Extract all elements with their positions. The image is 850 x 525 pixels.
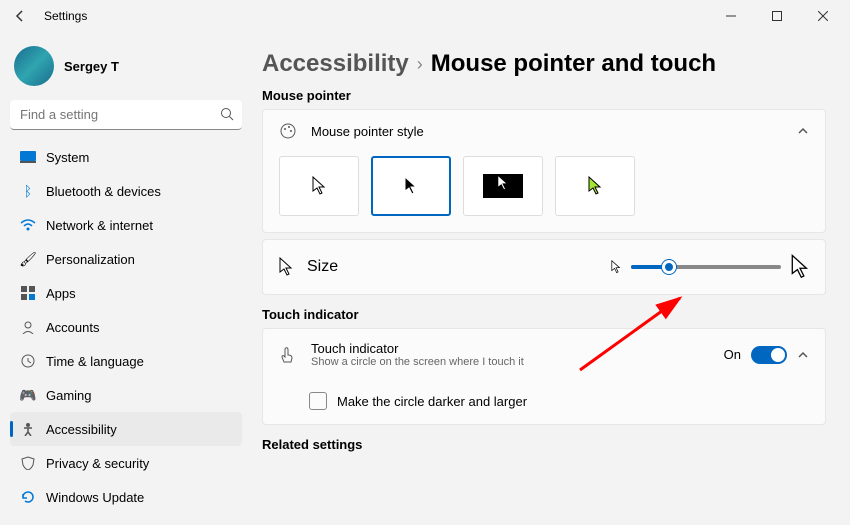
search	[10, 100, 242, 130]
nav-accessibility[interactable]: Accessibility	[10, 412, 242, 446]
breadcrumb-parent[interactable]: Accessibility	[262, 50, 409, 78]
nav-label: Personalization	[46, 252, 135, 267]
cursor-icon	[279, 257, 293, 277]
page-title: Mouse pointer and touch	[431, 50, 716, 78]
checkbox[interactable]	[309, 392, 327, 410]
cursor-black-icon	[404, 176, 418, 196]
pointer-style-header[interactable]: Mouse pointer style	[263, 110, 825, 152]
style-black[interactable]	[371, 156, 451, 216]
slider-thumb[interactable]	[662, 260, 676, 274]
palette-cursor-icon	[279, 122, 297, 140]
cursor-inverted-icon	[497, 174, 509, 192]
main-content: Accessibility › Mouse pointer and touch …	[250, 32, 850, 525]
pointer-style-label: Mouse pointer style	[311, 124, 424, 139]
nav-label: Apps	[46, 286, 76, 301]
section-related: Related settings	[262, 437, 826, 452]
nav-privacy[interactable]: Privacy & security	[10, 446, 242, 480]
search-icon	[220, 107, 234, 121]
cursor-custom-icon	[588, 176, 602, 196]
apps-icon	[20, 285, 36, 301]
wifi-icon	[20, 217, 36, 233]
breadcrumb: Accessibility › Mouse pointer and touch	[262, 50, 826, 78]
maximize-icon	[772, 11, 782, 21]
nav-label: Accessibility	[46, 422, 117, 437]
back-button[interactable]	[4, 0, 36, 32]
cursor-large-icon	[791, 254, 809, 280]
nav-label: Network & internet	[46, 218, 153, 233]
shield-icon	[20, 455, 36, 471]
nav-label: Windows Update	[46, 490, 144, 505]
close-icon	[818, 11, 828, 21]
clock-icon	[20, 353, 36, 369]
gaming-icon: 🎮	[20, 387, 36, 403]
nav-label: Accounts	[46, 320, 99, 335]
card-pointer-style: Mouse pointer style	[262, 109, 826, 233]
nav-gaming[interactable]: 🎮 Gaming	[10, 378, 242, 412]
nav-personalization[interactable]: 🖌 Personalization	[10, 242, 242, 276]
maximize-button[interactable]	[754, 0, 800, 32]
search-input[interactable]	[10, 100, 242, 130]
nav-label: Bluetooth & devices	[46, 184, 161, 199]
brush-icon: 🖌	[20, 251, 36, 267]
nav-apps[interactable]: Apps	[10, 276, 242, 310]
nav-accounts[interactable]: Accounts	[10, 310, 242, 344]
toggle-state: On	[724, 347, 741, 362]
titlebar: Settings	[0, 0, 850, 32]
accounts-icon	[20, 319, 36, 335]
window-title: Settings	[44, 9, 87, 23]
nav-time[interactable]: Time & language	[10, 344, 242, 378]
style-white[interactable]	[279, 156, 359, 216]
card-touch-indicator: Touch indicator Show a circle on the scr…	[262, 328, 826, 425]
nav-update[interactable]: Windows Update	[10, 480, 242, 514]
checkbox-label: Make the circle darker and larger	[337, 394, 527, 409]
touch-icon	[279, 346, 297, 364]
accessibility-icon	[20, 421, 36, 437]
touch-toggle[interactable]	[751, 346, 787, 364]
profile[interactable]: Sergey T	[10, 40, 242, 100]
close-button[interactable]	[800, 0, 846, 32]
avatar	[14, 46, 54, 86]
style-inverted[interactable]	[463, 156, 543, 216]
touch-title: Touch indicator	[311, 341, 524, 356]
sidebar: Sergey T System ᛒ Bluetooth & devices Net…	[0, 32, 250, 525]
section-touch-indicator: Touch indicator	[262, 307, 826, 322]
chevron-up-icon	[797, 349, 809, 361]
cursor-small-icon	[611, 260, 621, 274]
chevron-up-icon	[797, 125, 809, 137]
nav-label: Gaming	[46, 388, 92, 403]
nav-system[interactable]: System	[10, 140, 242, 174]
system-icon	[20, 149, 36, 165]
touch-indicator-row[interactable]: Touch indicator Show a circle on the scr…	[263, 329, 825, 380]
nav-label: Privacy & security	[46, 456, 149, 471]
cursor-white-icon	[312, 176, 326, 196]
size-slider[interactable]	[631, 265, 781, 269]
card-size: Size	[262, 239, 826, 295]
bluetooth-icon: ᛒ	[20, 183, 36, 199]
touch-checkbox-row[interactable]: Make the circle darker and larger	[263, 380, 825, 424]
update-icon	[20, 489, 36, 505]
section-mouse-pointer: Mouse pointer	[262, 88, 826, 103]
profile-name: Sergey T	[64, 59, 119, 74]
nav-bluetooth[interactable]: ᛒ Bluetooth & devices	[10, 174, 242, 208]
chevron-right-icon: ›	[417, 54, 423, 75]
nav-label: System	[46, 150, 89, 165]
style-custom[interactable]	[555, 156, 635, 216]
minimize-icon	[726, 11, 736, 21]
touch-subtitle: Show a circle on the screen where I touc…	[311, 356, 524, 368]
arrow-left-icon	[13, 9, 27, 23]
size-label: Size	[307, 258, 338, 276]
nav-label: Time & language	[46, 354, 144, 369]
minimize-button[interactable]	[708, 0, 754, 32]
nav-network[interactable]: Network & internet	[10, 208, 242, 242]
